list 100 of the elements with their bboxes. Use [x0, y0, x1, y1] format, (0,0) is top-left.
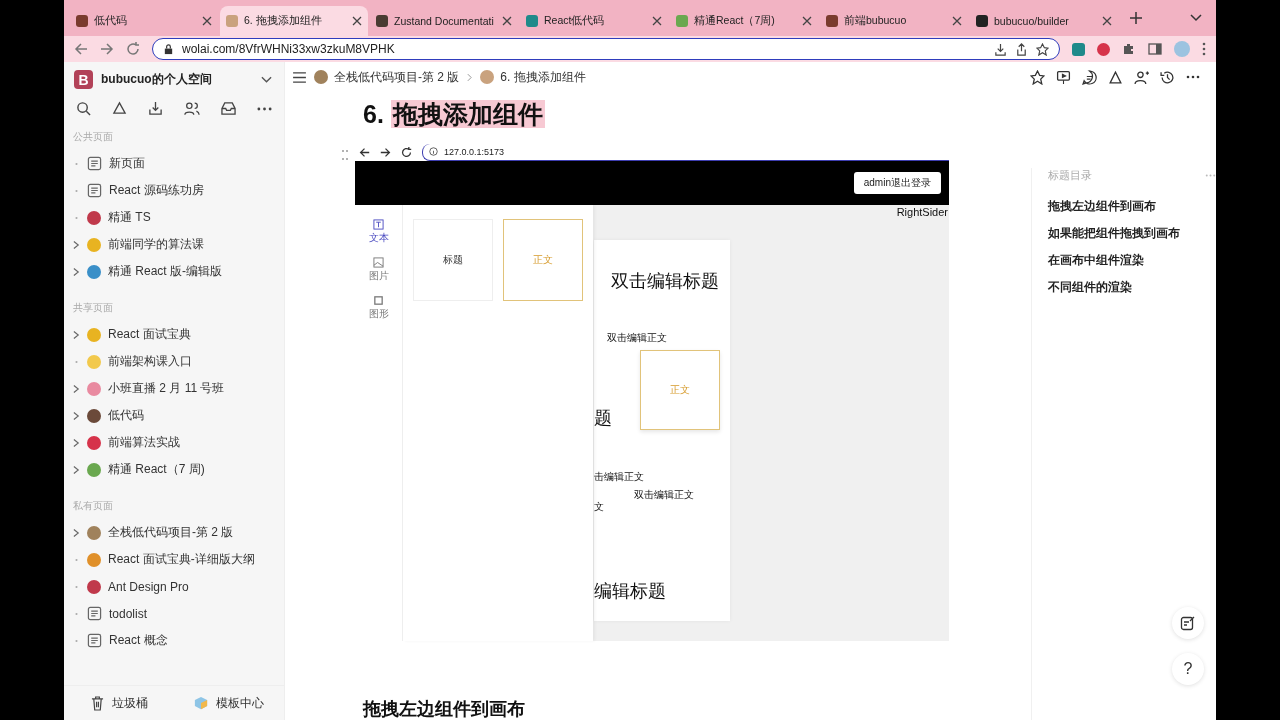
close-icon[interactable] — [1102, 16, 1112, 26]
back-icon[interactable] — [74, 42, 88, 56]
inbox-icon[interactable] — [221, 101, 236, 116]
sidebar-icon[interactable] — [1148, 42, 1162, 56]
footer-button[interactable]: 模板中心 — [174, 686, 284, 720]
forward-icon[interactable] — [100, 42, 114, 56]
cube-icon — [194, 696, 208, 710]
sidebar-item[interactable]: React 源码练功房 — [70, 177, 278, 204]
reload-icon[interactable] — [126, 42, 140, 56]
component-card: 正文 — [503, 219, 583, 301]
chevron-right-icon[interactable] — [73, 437, 80, 448]
sidebar-item[interactable]: 精通 React（7 周) — [70, 456, 278, 483]
extension-icon[interactable] — [1072, 42, 1085, 56]
chevron-right-icon[interactable] — [73, 266, 80, 277]
sidebar-item[interactable]: 新页面 — [70, 150, 278, 177]
footer-button[interactable]: 垃圾桶 — [64, 686, 174, 720]
component-card: 标题 — [413, 219, 493, 301]
close-icon[interactable] — [502, 16, 512, 26]
canvas-card: 正文 — [640, 350, 720, 430]
chevron-right-icon — [467, 72, 473, 82]
page-icon — [87, 183, 102, 198]
sidebar-item[interactable]: 精通 TS — [70, 204, 278, 231]
sidebar-item[interactable]: 前端算法实战 — [70, 429, 278, 456]
chevron-down-icon[interactable] — [261, 75, 272, 84]
sidebar-item[interactable]: Ant Design Pro — [70, 573, 278, 600]
toc-link[interactable]: 如果能把组件拖拽到画布 — [1048, 220, 1216, 247]
sidebar-item[interactable]: 前端同学的算法课 — [70, 231, 278, 258]
chevron-right-icon[interactable] — [73, 329, 80, 340]
page-icon — [87, 633, 102, 648]
section-heading: 拖拽左边组件到画布 — [363, 698, 526, 720]
close-icon[interactable] — [952, 16, 962, 26]
import-icon[interactable] — [148, 101, 163, 116]
browser-tab[interactable]: 低代码 — [70, 6, 218, 36]
image-icon — [373, 257, 384, 268]
toc-link[interactable]: 不同组件的渲染 — [1048, 274, 1216, 301]
chevron-right-icon[interactable] — [73, 383, 80, 394]
graph-icon[interactable] — [1108, 69, 1123, 85]
forward-icon — [380, 146, 391, 158]
note-button[interactable] — [1172, 607, 1204, 639]
address-field[interactable]: wolai.com/8VfrWHNi33xw3zkuM8VPHK — [152, 38, 1060, 60]
sidebar-item[interactable]: 全栈低代码项目-第 2 版 — [70, 519, 278, 546]
more-icon[interactable] — [1202, 42, 1206, 56]
close-icon[interactable] — [652, 16, 662, 26]
close-icon[interactable] — [802, 16, 812, 26]
chevron-right-icon[interactable] — [73, 239, 80, 250]
chevron-right-icon[interactable] — [73, 527, 80, 538]
puzzle-icon[interactable] — [1122, 42, 1136, 56]
browser-tab[interactable]: Zustand Documentati — [370, 6, 518, 36]
drag-handle-icon[interactable] — [341, 149, 349, 161]
star-icon[interactable] — [1036, 42, 1049, 56]
more-icon[interactable] — [1186, 75, 1200, 79]
extension-icon[interactable] — [1097, 42, 1110, 56]
square-icon — [373, 295, 384, 306]
members-icon[interactable] — [184, 101, 200, 116]
sidebar-item[interactable]: React 面试宝典-详细版大纲 — [70, 546, 278, 573]
menu-icon[interactable] — [293, 71, 306, 83]
star-icon[interactable] — [1030, 69, 1045, 85]
browser-tab[interactable]: React低代码 — [520, 6, 668, 36]
history-icon[interactable] — [1160, 69, 1175, 85]
breadcrumb-link[interactable]: 6. 拖拽添加组件 — [480, 68, 586, 86]
help-button[interactable]: ? — [1172, 653, 1204, 685]
sidebar-item[interactable]: 前端架构课入口 — [70, 348, 278, 375]
canvas-text: 双击编辑正文 — [607, 331, 667, 345]
chevron-right-icon[interactable] — [73, 410, 80, 421]
close-icon[interactable] — [352, 16, 362, 26]
search-icon[interactable] — [76, 101, 91, 116]
workspace-name[interactable]: bubucuo的个人空间 — [101, 71, 253, 88]
breadcrumb-link[interactable]: 全栈低代码项目-第 2 版 — [314, 68, 460, 86]
sidebar-item[interactable]: 精通 React 版-编辑版 — [70, 258, 278, 285]
sidebar-item[interactable]: React 面试宝典 — [70, 321, 278, 348]
canvas-text: 文 — [594, 500, 604, 514]
tool-label: 图形 — [368, 307, 389, 321]
canvas-text: 击编辑正文 — [594, 470, 644, 484]
close-icon[interactable] — [202, 16, 212, 26]
browser-tab[interactable]: 6. 拖拽添加组件 — [220, 6, 368, 36]
sidebar-item[interactable]: todolist — [70, 600, 278, 627]
panel-label: RightSider — [896, 206, 948, 218]
browser-tab[interactable]: 精通React（7周) — [670, 6, 818, 36]
browser-tab[interactable]: bubucuo/builder — [970, 6, 1118, 36]
lock-icon — [163, 43, 174, 55]
chevron-down-icon[interactable] — [1190, 14, 1202, 22]
sidebar-item[interactable]: 小班直播 2 月 11 号班 — [70, 375, 278, 402]
browser-tab[interactable]: 前端bubucuo — [820, 6, 968, 36]
new-tab-icon[interactable] — [1130, 12, 1142, 24]
chevron-right-icon[interactable] — [73, 464, 80, 475]
section-title: 私有页面 — [72, 499, 114, 513]
toc-link[interactable]: 拖拽左边组件到画布 — [1048, 193, 1216, 220]
download-icon[interactable] — [994, 42, 1007, 56]
graph-icon[interactable] — [112, 101, 127, 116]
more-icon[interactable] — [257, 106, 272, 111]
toc-link[interactable]: 在画布中组件渲染 — [1048, 247, 1216, 274]
canvas-heading: 双击编辑标题 — [611, 270, 719, 293]
sidebar-item[interactable]: React 概念 — [70, 627, 278, 654]
presentation-icon[interactable] — [1056, 69, 1071, 85]
page-icon — [87, 606, 102, 621]
text-icon — [373, 219, 384, 230]
workspace-avatar: B — [74, 70, 93, 89]
sidebar-item[interactable]: 低代码 — [70, 402, 278, 429]
add-user-icon[interactable] — [1134, 69, 1149, 85]
share-icon[interactable] — [1015, 42, 1028, 56]
